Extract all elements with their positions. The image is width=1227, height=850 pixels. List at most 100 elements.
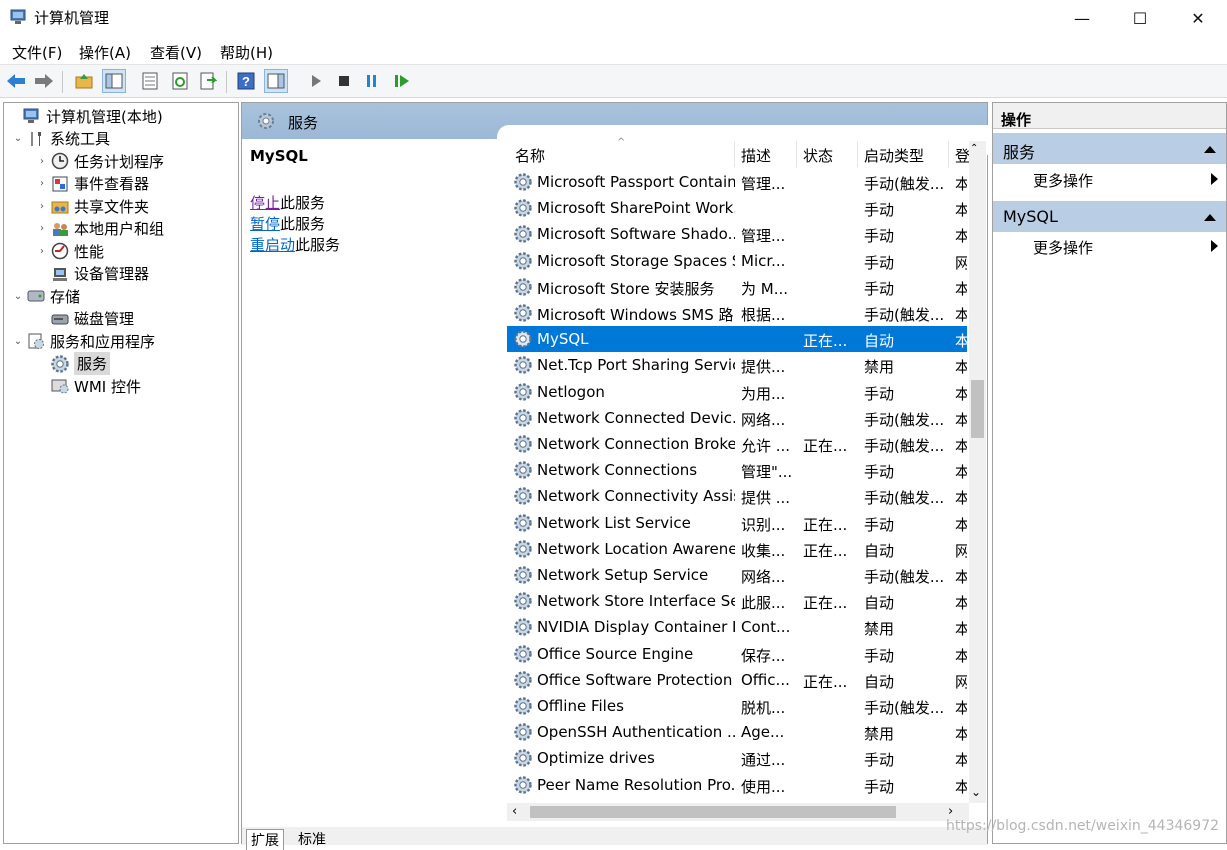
chevron-right-icon[interactable]: › <box>36 246 48 257</box>
column-separator[interactable] <box>948 141 949 167</box>
maximize-button[interactable]: ☐ <box>1111 0 1169 36</box>
collapse-icon[interactable] <box>1204 146 1216 153</box>
pause-service-icon[interactable] <box>360 69 384 93</box>
column-header[interactable]: 名称 <box>515 145 545 166</box>
tree-item[interactable]: 服务 <box>36 352 111 376</box>
show-hide-tree-icon[interactable] <box>102 69 126 93</box>
menu-view[interactable]: 查看(V) <box>150 42 202 63</box>
chevron-right-icon[interactable]: › <box>36 178 48 189</box>
service-row[interactable]: Network Connection Broker 允许 ... 正在... 手动(触… <box>507 431 967 457</box>
actions-section-mysql[interactable]: MySQL <box>993 201 1226 232</box>
back-icon[interactable] <box>4 69 28 93</box>
vertical-scrollbar[interactable] <box>969 141 986 803</box>
scroll-down-icon[interactable]: ⌄ <box>971 785 981 799</box>
start-service-icon[interactable] <box>304 69 328 93</box>
service-description: 管理... <box>741 227 786 246</box>
service-row[interactable]: Peer Name Resolution Pro... 使用... 手动 本 <box>507 772 967 798</box>
service-row[interactable]: Net.Tcp Port Sharing Service 提供... 禁用 本 <box>507 352 967 378</box>
stop-service-icon[interactable] <box>332 69 356 93</box>
storage-icon <box>26 286 46 306</box>
column-separator[interactable] <box>796 141 797 167</box>
column-header[interactable]: 登 <box>955 145 970 166</box>
service-logon-as: 本 <box>955 699 967 717</box>
service-row[interactable]: Network Store Interface Se... 此服... 正在... 自… <box>507 588 967 614</box>
service-startup-type: 手动 <box>864 227 895 246</box>
service-row[interactable]: OpenSSH Authentication ... Age... 禁用 本 <box>507 719 967 745</box>
chevron-down-icon[interactable]: ⌄ <box>12 336 24 347</box>
service-row[interactable]: MySQL 正在... 自动 本 <box>507 326 967 353</box>
service-action-link[interactable]: 重启动 <box>250 236 295 254</box>
scroll-up-icon[interactable]: ⌃ <box>970 143 978 154</box>
service-row[interactable]: Network Connectivity Assis... 提供 ... 手动(触发… <box>507 483 967 509</box>
toolbar-separator <box>226 71 227 93</box>
chevron-down-icon[interactable]: ⌄ <box>12 133 24 144</box>
service-row[interactable]: Microsoft Passport Container 管理... 手动(触发..… <box>507 169 967 195</box>
menu-action[interactable]: 操作(A) <box>79 42 131 63</box>
tree-item[interactable]: ⌄ 存储 <box>12 285 80 308</box>
service-row[interactable]: Offline Files 脱机... 手动(触发... 本 <box>507 693 967 719</box>
service-row[interactable]: Microsoft Software Shado... 管理... 手动 本 <box>507 221 967 247</box>
actions-section-services[interactable]: 服务 <box>993 133 1226 164</box>
minimize-button[interactable]: — <box>1053 0 1111 36</box>
scroll-left-icon[interactable]: ‹ <box>512 804 517 819</box>
service-row[interactable]: Microsoft SharePoint Work... 手动 本 <box>507 195 967 221</box>
service-row[interactable]: Optimize drives 通过... 手动 本 <box>507 745 967 771</box>
tree-item[interactable]: ⌄ 系统工具 <box>12 128 110 151</box>
chevron-down-icon[interactable]: ⌄ <box>12 291 24 302</box>
column-header[interactable]: 状态 <box>803 145 833 166</box>
chevron-right-icon[interactable]: › <box>36 156 48 167</box>
more-actions-mysql[interactable]: 更多操作 <box>1033 237 1093 258</box>
chevron-right-icon[interactable]: › <box>36 201 48 212</box>
tree-item[interactable]: 计算机管理(本地) <box>8 105 163 128</box>
menu-file[interactable]: 文件(F) <box>12 42 62 63</box>
service-row[interactable]: Microsoft Storage Spaces S... Micr... 手动 网 <box>507 248 967 274</box>
tree-item[interactable]: › 任务计划程序 <box>36 150 164 173</box>
more-actions-services[interactable]: 更多操作 <box>1033 170 1093 191</box>
tree-item[interactable]: › 性能 <box>36 240 104 263</box>
column-separator[interactable] <box>857 141 858 167</box>
service-row[interactable]: Netlogon 为用... 手动 本 <box>507 379 967 405</box>
restart-service-icon[interactable] <box>390 69 414 93</box>
forward-icon[interactable] <box>32 69 56 93</box>
service-row[interactable]: Network Connections 管理"... 手动 本 <box>507 457 967 483</box>
service-row[interactable]: Network List Service 识别... 正在... 手动 本 <box>507 510 967 536</box>
column-separator[interactable] <box>734 141 735 167</box>
export-icon[interactable] <box>196 69 220 93</box>
service-row[interactable]: Network Connected Devic... 网络... 手动(触发... 本 <box>507 405 967 431</box>
service-row[interactable]: Office Source Engine 保存... 手动 本 <box>507 641 967 667</box>
service-row[interactable]: Microsoft Store 安装服务 为 M... 手动 本 <box>507 274 967 300</box>
tab-standard[interactable]: 标准 <box>294 829 330 849</box>
chevron-right-icon[interactable]: › <box>36 223 48 234</box>
horizontal-scroll-thumb[interactable] <box>530 806 896 818</box>
tree-item[interactable]: 设备管理器 <box>36 263 149 286</box>
help-icon[interactable]: ? <box>234 69 258 93</box>
close-button[interactable]: ✕ <box>1169 0 1227 36</box>
tree-item[interactable]: ⌄ 服务和应用程序 <box>12 330 155 353</box>
service-row[interactable]: NVIDIA Display Container LS Cont... 禁用 本 <box>507 614 967 640</box>
vertical-scroll-thumb[interactable] <box>971 380 984 438</box>
up-folder-icon[interactable] <box>72 69 96 93</box>
service-row[interactable]: Microsoft Windows SMS 路... 根据... 手动(触发... 本 <box>507 300 967 326</box>
scroll-right-icon[interactable]: › <box>948 804 953 819</box>
service-action-link[interactable]: 停止 <box>250 194 280 212</box>
service-logon-as: 本 <box>955 201 967 220</box>
tree-item[interactable]: › 本地用户和组 <box>36 218 164 241</box>
service-row[interactable]: Network Setup Service 网络... 手动(触发... 本 <box>507 562 967 588</box>
column-header[interactable]: 启动类型 <box>864 145 924 166</box>
column-header[interactable]: 描述 <box>741 145 771 166</box>
menu-help[interactable]: 帮助(H) <box>220 42 273 63</box>
collapse-icon[interactable] <box>1204 214 1216 221</box>
properties-icon[interactable] <box>138 69 162 93</box>
service-row[interactable]: Network Location Awarene... 收集... 正在... 自动 网 <box>507 536 967 562</box>
refresh-icon[interactable] <box>168 69 192 93</box>
service-startup-type: 手动(触发... <box>864 489 945 508</box>
service-row[interactable]: Office Software Protection ... Offic... 正在… <box>507 667 967 693</box>
tree-item[interactable]: › 共享文件夹 <box>36 195 149 218</box>
action-pane-icon[interactable] <box>264 69 288 93</box>
tree-item[interactable]: WMI 控件 <box>36 375 141 398</box>
tab-extended[interactable]: 扩展 <box>246 829 284 850</box>
service-action-link[interactable]: 暂停 <box>250 215 280 233</box>
tree-item[interactable]: › 事件查看器 <box>36 173 149 196</box>
service-description: 管理... <box>741 175 786 193</box>
tree-item[interactable]: 磁盘管理 <box>36 308 134 331</box>
